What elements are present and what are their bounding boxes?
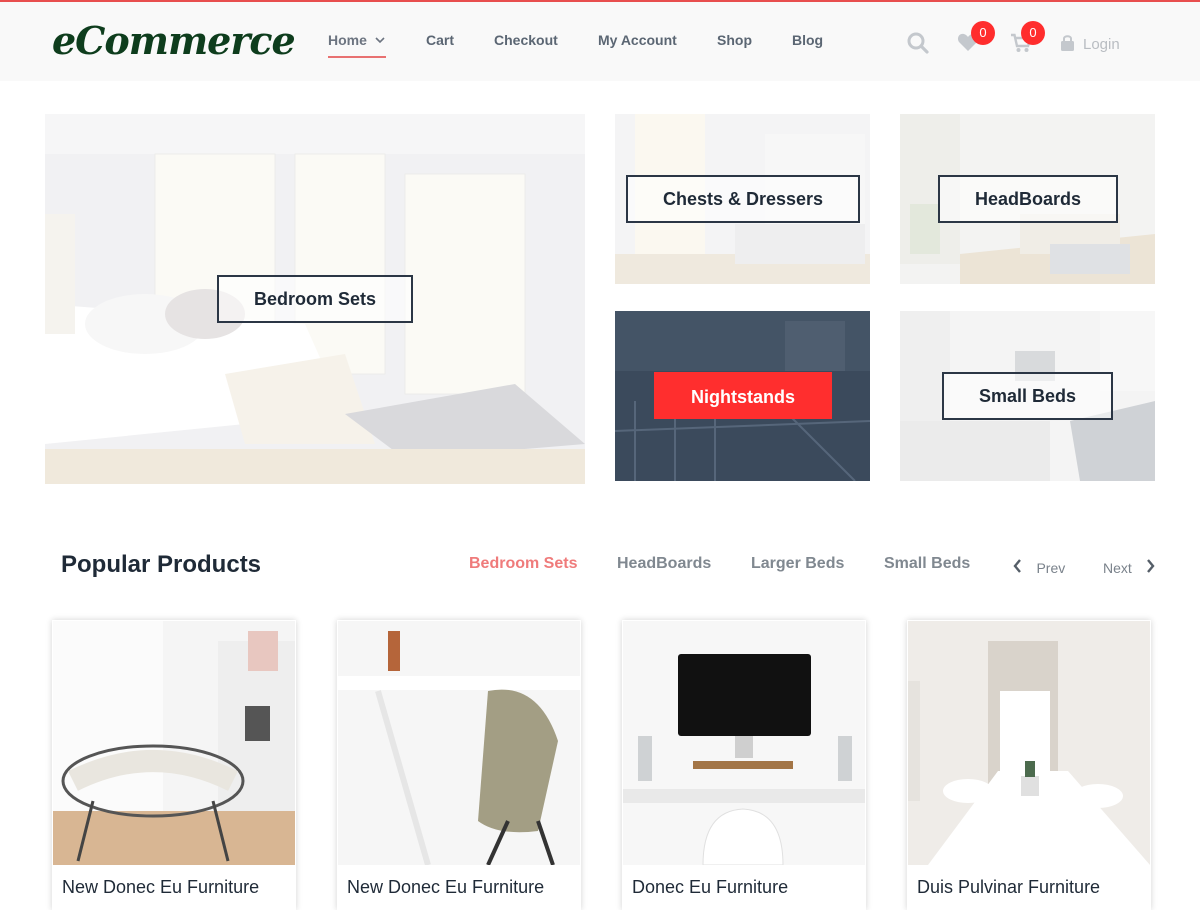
product-name[interactable]: Donec Eu Furniture bbox=[632, 877, 788, 898]
category-tile-headboards[interactable]: HeadBoards bbox=[900, 114, 1155, 284]
chevron-right-icon bbox=[1146, 559, 1155, 577]
nav-my-account[interactable]: My Account bbox=[598, 32, 677, 48]
product-image bbox=[53, 621, 295, 865]
next-label: Next bbox=[1103, 560, 1132, 576]
next-button[interactable]: Next bbox=[1103, 559, 1155, 578]
nightstands-button[interactable]: Nightstands bbox=[654, 372, 832, 419]
category-tile-nightstands[interactable]: Nightstands bbox=[615, 311, 870, 481]
product-image bbox=[623, 621, 865, 865]
headboards-button[interactable]: HeadBoards bbox=[938, 175, 1118, 223]
tab-bedroom-sets[interactable]: Bedroom Sets bbox=[469, 555, 577, 573]
chevron-left-icon bbox=[1013, 559, 1026, 577]
product-name[interactable]: Duis Pulvinar Furniture bbox=[917, 877, 1100, 898]
product-name[interactable]: New Donec Eu Furniture bbox=[62, 877, 259, 898]
lock-icon bbox=[1060, 34, 1075, 57]
bedroom-sets-button[interactable]: Bedroom Sets bbox=[217, 275, 413, 323]
product-card[interactable]: Donec Eu Furniture bbox=[622, 620, 866, 910]
site-header: eCommerce Home Cart Checkout My Account … bbox=[0, 2, 1200, 81]
nav-checkout[interactable]: Checkout bbox=[494, 32, 558, 48]
category-tile-small-beds[interactable]: Small Beds bbox=[900, 311, 1155, 481]
tab-small-beds[interactable]: Small Beds bbox=[884, 555, 970, 573]
site-logo[interactable]: eCommerce bbox=[52, 18, 296, 63]
nav-home[interactable]: Home bbox=[328, 32, 385, 48]
tab-larger-beds[interactable]: Larger Beds bbox=[751, 555, 844, 573]
cart-count-badge: 0 bbox=[1021, 21, 1045, 45]
tab-headboards[interactable]: HeadBoards bbox=[617, 555, 711, 573]
product-name[interactable]: New Donec Eu Furniture bbox=[347, 877, 544, 898]
category-tile-chests-dressers[interactable]: Chests & Dressers bbox=[615, 114, 870, 284]
product-card[interactable]: New Donec Eu Furniture bbox=[52, 620, 296, 910]
login-link[interactable]: Login bbox=[1083, 36, 1120, 53]
product-image bbox=[908, 621, 1150, 865]
nav-cart[interactable]: Cart bbox=[426, 32, 454, 48]
small-beds-button[interactable]: Small Beds bbox=[942, 372, 1113, 420]
chests-dressers-button[interactable]: Chests & Dressers bbox=[626, 175, 860, 223]
nav-active-underline bbox=[328, 56, 386, 58]
category-tile-bedroom-sets[interactable]: Bedroom Sets bbox=[45, 114, 585, 484]
search-icon[interactable] bbox=[907, 32, 929, 59]
prev-button[interactable]: Prev bbox=[1013, 559, 1065, 578]
prev-label: Prev bbox=[1036, 560, 1066, 576]
nav-shop[interactable]: Shop bbox=[717, 32, 752, 48]
nav-home-label: Home bbox=[328, 32, 367, 48]
product-card[interactable]: New Donec Eu Furniture bbox=[337, 620, 581, 910]
product-image bbox=[338, 621, 580, 865]
product-card[interactable]: Duis Pulvinar Furniture bbox=[907, 620, 1151, 910]
popular-products-title: Popular Products bbox=[61, 551, 262, 578]
wishlist-count-badge: 0 bbox=[971, 21, 995, 45]
nav-blog[interactable]: Blog bbox=[792, 32, 823, 48]
chevron-down-icon bbox=[375, 36, 385, 47]
